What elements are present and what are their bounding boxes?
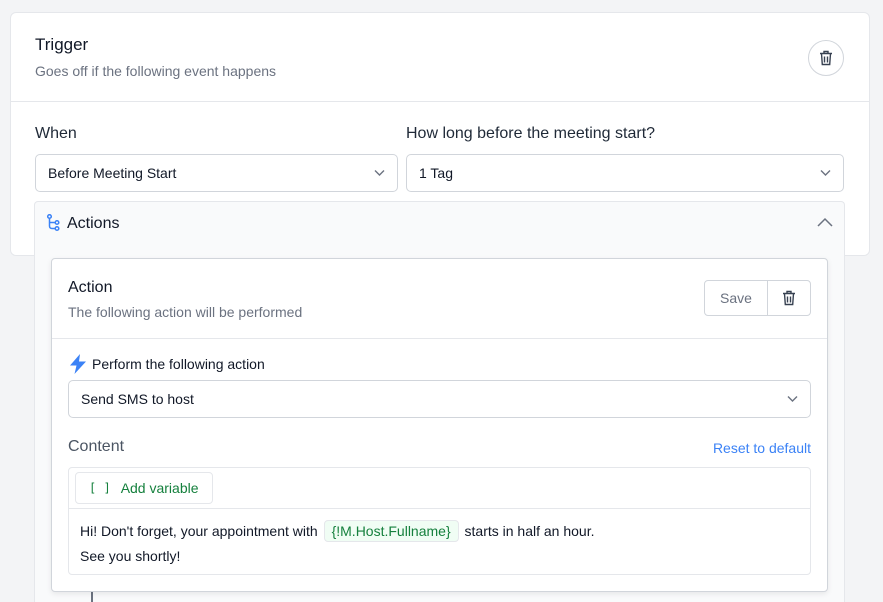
tree-connector-line xyxy=(91,592,93,602)
delete-trigger-button[interactable] xyxy=(808,40,844,76)
trigger-title: Trigger xyxy=(35,35,89,54)
save-button[interactable]: Save xyxy=(705,281,768,315)
when-select[interactable]: Before Meeting Start xyxy=(35,154,398,192)
editor-toolbar: [ ] Add variable xyxy=(69,468,810,509)
action-title: Action xyxy=(68,279,113,296)
actions-title: Actions xyxy=(67,215,120,232)
perform-action-label: Perform the following action xyxy=(92,356,265,372)
trigger-subtitle: Goes off if the following event happens xyxy=(35,63,277,79)
action-subtitle: The following action will be performed xyxy=(68,304,303,320)
chevron-down-icon xyxy=(820,170,831,176)
chevron-up-icon[interactable] xyxy=(816,214,834,232)
add-variable-button[interactable]: [ ] Add variable xyxy=(75,472,213,504)
delete-action-button[interactable] xyxy=(768,281,810,315)
action-divider xyxy=(52,338,827,339)
add-variable-label: Add variable xyxy=(120,480,199,496)
action-card: Action The following action will be perf… xyxy=(51,258,828,592)
message-text: Hi! Don't forget, your appointment with xyxy=(80,523,318,539)
howlong-label: How long before the meeting start? xyxy=(406,125,656,142)
variable-chip[interactable]: {!M.Host.Fullname} xyxy=(323,520,459,542)
reset-to-default-link[interactable]: Reset to default xyxy=(713,440,811,456)
message-line-1: Hi! Don't forget, your appointment with … xyxy=(80,519,595,544)
when-select-value: Before Meeting Start xyxy=(48,165,177,181)
message-text: starts in half an hour. xyxy=(464,523,595,539)
editor-body[interactable]: Hi! Don't forget, your appointment with … xyxy=(80,519,595,569)
trigger-divider xyxy=(11,101,869,102)
content-editor[interactable]: [ ] Add variable Hi! Don't forget, your … xyxy=(68,467,811,575)
action-button-group: Save xyxy=(704,280,811,316)
content-label: Content xyxy=(68,438,125,455)
perform-action-select[interactable]: Send SMS to host xyxy=(68,380,811,418)
perform-action-value: Send SMS to host xyxy=(81,391,194,407)
chevron-down-icon xyxy=(374,170,385,176)
howlong-select-value: 1 Tag xyxy=(419,165,453,181)
message-line-2: See you shortly! xyxy=(80,548,181,564)
trash-icon xyxy=(820,50,832,66)
howlong-select[interactable]: 1 Tag xyxy=(406,154,844,192)
when-label: When xyxy=(35,125,77,142)
trash-icon xyxy=(783,290,795,306)
chevron-down-icon xyxy=(787,396,798,402)
workflow-icon xyxy=(46,214,60,232)
brackets-icon: [ ] xyxy=(89,481,111,495)
lightning-icon xyxy=(70,354,86,374)
